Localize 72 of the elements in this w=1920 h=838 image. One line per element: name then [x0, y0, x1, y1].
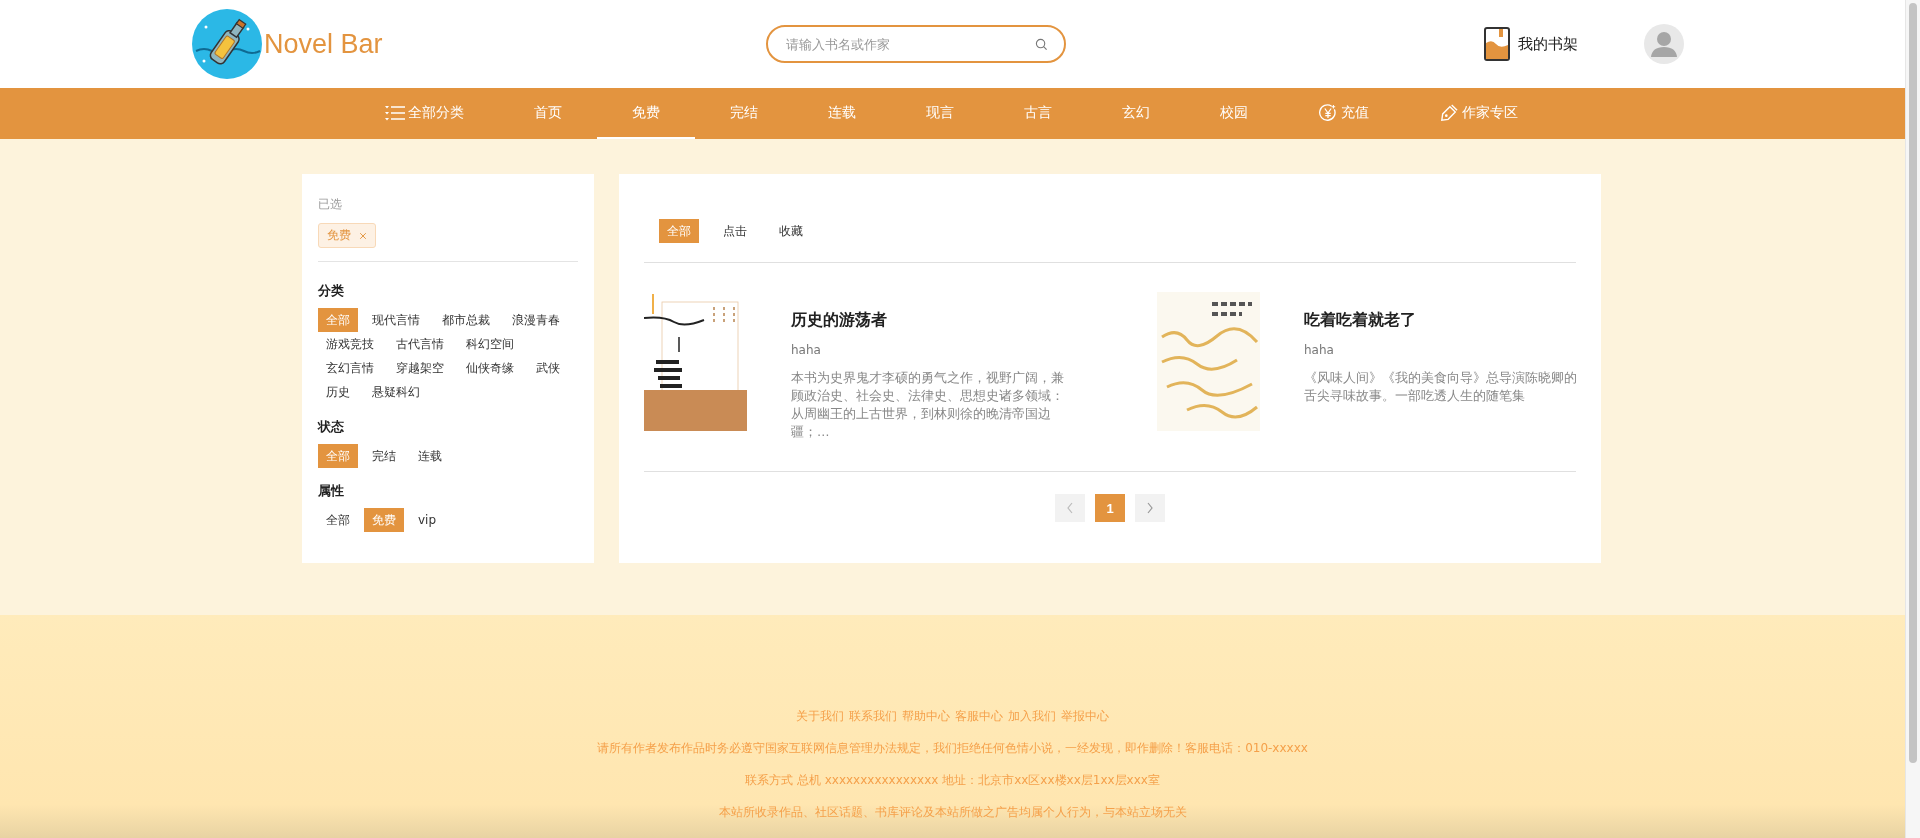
selected-label: 已选	[318, 196, 343, 213]
filter-option[interactable]: 穿越架空	[388, 356, 452, 380]
filter-option[interactable]: 现代言情	[364, 308, 428, 332]
yen-coin-icon	[1318, 103, 1338, 122]
footer-link[interactable]: 联系我们	[849, 707, 897, 726]
book-author: haha	[791, 343, 822, 357]
sort-tab[interactable]: 全部	[659, 219, 699, 243]
nav-tab[interactable]: 全部分类	[350, 88, 499, 139]
book-title[interactable]: 历史的游荡者	[791, 310, 1090, 331]
filter-option[interactable]: 全部	[318, 508, 358, 532]
filter-option[interactable]: vip	[410, 508, 445, 532]
nav-tab[interactable]: 首页	[499, 88, 597, 139]
nav-tab[interactable]: 作家专区	[1404, 88, 1553, 139]
search-field[interactable]: 请输入书名或作家	[784, 35, 1035, 53]
footer-link[interactable]: 客服中心	[955, 707, 1003, 726]
footer-link[interactable]: 关于我们	[796, 707, 844, 726]
logo-icon	[192, 9, 262, 79]
filter-option[interactable]: 科幻空间	[458, 332, 522, 356]
chevron-right-icon	[1146, 502, 1154, 514]
filter-option[interactable]: 全部	[318, 308, 358, 332]
filter-option[interactable]: 悬疑科幻	[364, 380, 428, 404]
sort-tab[interactable]: 收藏	[771, 219, 811, 243]
filter-option[interactable]: 游戏竞技	[318, 332, 382, 356]
nav-tab[interactable]: 古言	[989, 88, 1087, 139]
nav-tab[interactable]: 完结	[695, 88, 793, 139]
scrollbar-thumb[interactable]	[1909, 3, 1917, 763]
footer-link[interactable]: 举报中心	[1061, 707, 1109, 726]
nav-tab[interactable]: 连载	[793, 88, 891, 139]
nav-tab[interactable]: 现言	[891, 88, 989, 139]
book-description: 本书为史界鬼才李硕的勇气之作，视野广阔，兼顾政治史、社会史、法律史、思想史诸多领域：从周幽王的上古世界，到林则徐的晚清帝国边疆；…	[791, 369, 1065, 441]
page-button[interactable]: 1	[1095, 494, 1125, 522]
filter-option[interactable]: 连载	[410, 444, 450, 468]
book-description: 《风味人间》《我的美食向导》总导演陈晓卿的舌尖寻味故事。一部吃透人生的随笔集	[1304, 369, 1578, 405]
filter-option[interactable]: 古代言情	[388, 332, 452, 356]
search-icon[interactable]	[1035, 37, 1048, 51]
chevron-left-icon	[1066, 502, 1074, 514]
next-page-button[interactable]	[1135, 494, 1165, 522]
scrollbar[interactable]	[1905, 0, 1920, 838]
filter-heading: 分类	[318, 282, 345, 300]
filter-option[interactable]: 免费	[364, 508, 404, 532]
filter-tag[interactable]: 免费	[318, 223, 376, 248]
close-icon[interactable]	[359, 231, 367, 240]
logo-text[interactable]: Novel Bar	[264, 28, 383, 60]
filter-option[interactable]: 玄幻言情	[318, 356, 382, 380]
previous-page-button[interactable]	[1055, 494, 1085, 522]
footer-link[interactable]: 加入我们	[1008, 707, 1056, 726]
nav-tab[interactable]: 玄幻	[1087, 88, 1185, 139]
list-icon	[385, 103, 405, 122]
footer-text: 请所有作者发布作品时务必遵守国家互联网信息管理办法规定，我们拒绝任何色情小说，一经发现，即作删除！客服电话：010-xxxxx	[597, 740, 1308, 757]
filter-option[interactable]: 全部	[318, 444, 358, 468]
filter-option[interactable]: 仙侠奇缘	[458, 356, 522, 380]
filter-option[interactable]: 完结	[364, 444, 404, 468]
book-author: haha	[1304, 343, 1335, 357]
nav-tab[interactable]: 充值	[1283, 88, 1404, 139]
filter-option[interactable]: 武侠	[528, 356, 568, 380]
filter-heading: 属性	[318, 482, 345, 500]
search-box[interactable]: 请输入书名或作家	[766, 25, 1066, 63]
book-cover-drawing[interactable]	[644, 292, 747, 431]
bookshelf-link[interactable]: 我的书架	[1518, 34, 1578, 54]
pen-icon	[1439, 103, 1459, 122]
filter-option[interactable]: 都市总裁	[434, 308, 498, 332]
avatar-icon[interactable]	[1644, 24, 1684, 64]
book-icon[interactable]	[1484, 27, 1510, 61]
sort-tab[interactable]: 点击	[715, 219, 755, 243]
footer-text: 联系方式 总机 xxxxxxxxxxxxxxxx 地址：北京市xx区xx楼xx层1xx层xxx室	[745, 772, 1160, 789]
footer-text: 本站所收录作品、社区话题、书库评论及本站所做之广告均属个人行为，与本站立场无关	[718, 804, 1187, 821]
book-title[interactable]: 吃着吃着就老了	[1304, 310, 1603, 331]
footer-link[interactable]: 帮助中心	[902, 707, 950, 726]
nav-tab[interactable]: 校园	[1185, 88, 1283, 139]
filter-option[interactable]: 浪漫青春	[504, 308, 568, 332]
filter-option[interactable]: 历史	[318, 380, 358, 404]
filter-heading: 状态	[318, 418, 345, 436]
